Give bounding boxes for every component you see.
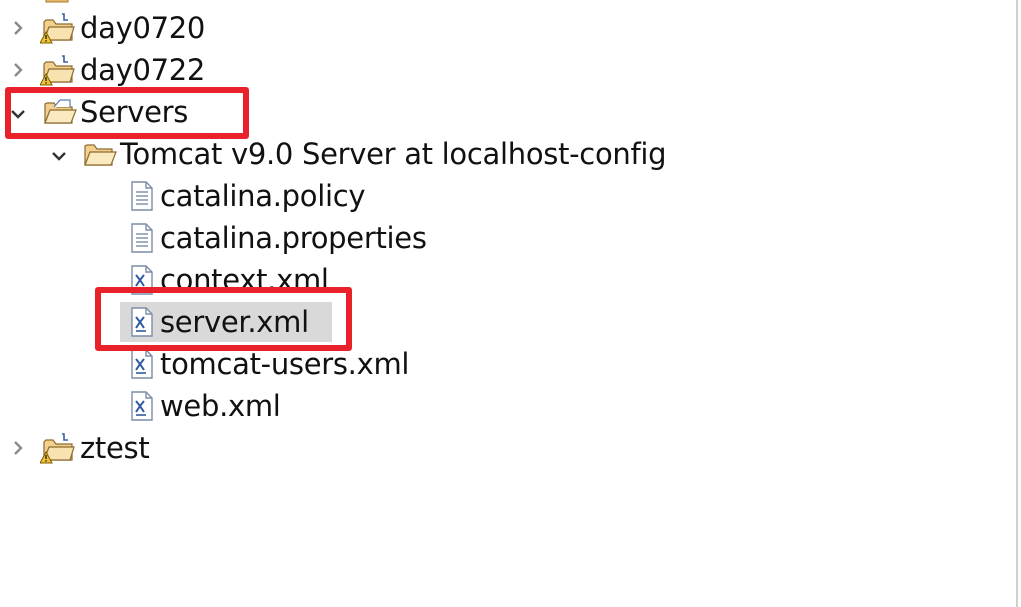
project-warning-icon [39, 10, 76, 46]
partial-item-top [40, 0, 76, 6]
chevron-right-icon[interactable] [8, 438, 28, 458]
folder-open-icon [82, 136, 118, 172]
tree-item-label: catalina.policy [160, 179, 366, 213]
tree-item-label: Tomcat v9.0 Server at localhost-config [120, 137, 667, 171]
tree-item-label: web.xml [160, 389, 281, 423]
tree-item-label: day0722 [80, 53, 206, 87]
project-warning-icon [39, 430, 76, 466]
text-file-icon [124, 178, 160, 214]
text-file-icon [124, 220, 160, 256]
tree-item-web-xml[interactable]: web.xml [0, 386, 300, 426]
tree-item-day0720[interactable]: day0720 [0, 8, 260, 48]
tree-item-catalina-policy[interactable]: catalina.policy [0, 176, 380, 216]
tree-item-catalina-properties[interactable]: catalina.properties [0, 218, 440, 258]
project-warning-icon [39, 52, 76, 88]
xml-file-icon [124, 346, 160, 382]
chevron-right-icon[interactable] [8, 60, 28, 80]
tree-item-day0722[interactable]: day0722 [0, 50, 260, 90]
tree-item-label: day0720 [80, 11, 206, 45]
project-explorer-tree: day0720 day0722 Servers Tomcat v9.0 Serv… [0, 0, 1021, 607]
tree-item-tomcat-config[interactable]: Tomcat v9.0 Server at localhost-config [0, 134, 680, 174]
tree-item-label: ztest [80, 431, 150, 465]
tree-item-ztest[interactable]: ztest [0, 428, 200, 468]
chevron-down-icon[interactable] [49, 146, 69, 166]
tree-item-label: catalina.properties [160, 221, 427, 255]
annotation-box-server-xml [95, 287, 352, 351]
annotation-box-servers [5, 87, 249, 139]
panel-border [1016, 0, 1018, 607]
chevron-right-icon[interactable] [8, 18, 28, 38]
xml-file-icon [124, 388, 160, 424]
